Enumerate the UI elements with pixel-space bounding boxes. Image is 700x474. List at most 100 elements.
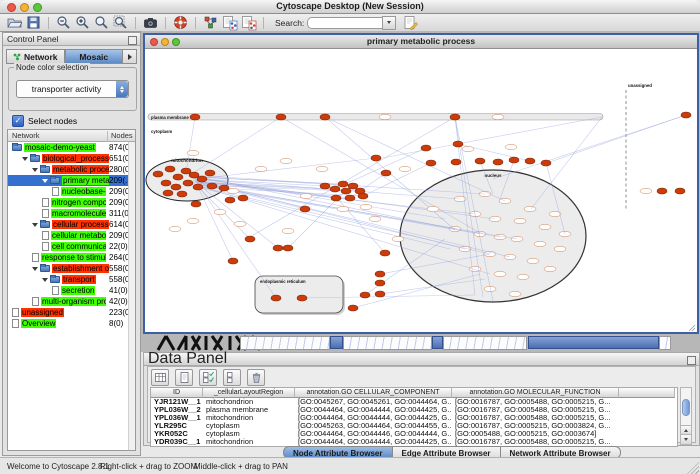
create-view-button[interactable] (221, 15, 238, 31)
network-node[interactable] (330, 186, 340, 192)
network-node[interactable] (348, 305, 358, 311)
table-scrollbar[interactable] (680, 387, 692, 445)
network-node[interactable] (426, 160, 436, 166)
network-label-node[interactable] (492, 114, 504, 119)
network-node[interactable] (191, 201, 201, 207)
tree-expand-arrow-icon[interactable] (32, 168, 38, 172)
tree-row[interactable]: unassigned223(0) (8, 307, 135, 318)
tree-row[interactable]: cellular metabol209(0) (8, 230, 135, 241)
network-node[interactable] (177, 191, 187, 197)
network-label-node[interactable] (527, 258, 539, 263)
network-node[interactable] (183, 180, 193, 186)
network-label-node[interactable] (514, 218, 526, 223)
network-node[interactable] (375, 271, 385, 277)
network-node[interactable] (190, 114, 200, 120)
tree-row[interactable]: cellular process614(0) (8, 219, 135, 230)
network-label-node[interactable] (534, 241, 546, 246)
select-nodes-checkbox[interactable] (12, 115, 24, 127)
network-label-node[interactable] (300, 193, 312, 198)
tab-overflow-button[interactable] (123, 49, 137, 64)
create-attribute-button[interactable] (175, 369, 193, 386)
zoom-button[interactable] (33, 3, 42, 12)
network-node[interactable] (297, 295, 307, 301)
tree-row[interactable]: metabolic process280(0) (8, 164, 135, 175)
tree-row[interactable]: macromolecule311(0) (8, 208, 135, 219)
close-button[interactable] (150, 38, 158, 46)
tab-network[interactable]: Network (6, 49, 65, 64)
vizmapper-button[interactable] (202, 15, 219, 31)
scroll-down-button[interactable] (681, 434, 691, 444)
network-node[interactable] (541, 160, 551, 166)
network-label-node[interactable] (462, 146, 474, 151)
network-label-node[interactable] (214, 209, 226, 214)
destroy-view-button[interactable] (240, 15, 257, 31)
close-button[interactable] (7, 3, 16, 12)
table-row[interactable]: YPL036W__2plasma membrane[GO:0044464, GO… (151, 406, 677, 414)
tree-expand-arrow-icon[interactable] (22, 157, 28, 161)
network-node[interactable] (450, 114, 460, 120)
tree-row[interactable]: multi-organism pro42(0) (8, 296, 135, 307)
network-node[interactable] (193, 184, 203, 190)
network-node[interactable] (345, 195, 355, 201)
network-node[interactable] (238, 195, 248, 201)
network-node[interactable] (525, 158, 535, 164)
minimize-button[interactable] (161, 38, 169, 46)
tab-mosaic[interactable]: Mosaic (65, 49, 124, 64)
table-column-header[interactable]: annotation.GO CELLULAR_COMPONENT (295, 388, 452, 398)
network-node[interactable] (171, 184, 181, 190)
network-node[interactable] (228, 258, 238, 264)
search-dropdown-button[interactable] (382, 16, 396, 30)
resize-grip[interactable] (687, 462, 699, 474)
network-node[interactable] (493, 159, 503, 165)
unselect-all-attributes-button[interactable] (223, 369, 241, 386)
network-label-node[interactable] (369, 216, 381, 221)
tree-row[interactable]: nitrogen compo209(0) (8, 197, 135, 208)
network-label-node[interactable] (282, 228, 294, 233)
network-label-node[interactable] (554, 246, 566, 251)
network-label-node[interactable] (234, 221, 246, 226)
float-panel-icon[interactable] (128, 36, 137, 45)
network-label-node[interactable] (640, 188, 652, 193)
search-input[interactable] (307, 17, 382, 29)
network-node[interactable] (375, 280, 385, 286)
zoom-button[interactable] (172, 38, 180, 46)
network-label-node[interactable] (505, 144, 517, 149)
network-label-node[interactable] (544, 266, 556, 271)
network-node[interactable] (245, 236, 255, 242)
network-label-node[interactable] (392, 236, 404, 241)
network-node[interactable] (381, 170, 391, 176)
tree-row[interactable]: nucleobase-209(0) (8, 186, 135, 197)
tree-row[interactable]: Overview8(0) (8, 318, 135, 329)
tree-row[interactable]: transport558(0) (8, 274, 135, 285)
network-label-node[interactable] (539, 224, 551, 229)
network-node[interactable] (219, 185, 229, 191)
network-node[interactable] (161, 180, 171, 186)
canvas-resize-grip-icon[interactable] (689, 325, 695, 331)
network-node[interactable] (205, 170, 215, 176)
network-node[interactable] (675, 188, 685, 194)
network-label-node[interactable] (360, 204, 372, 209)
tree-row[interactable]: establishment of lo558(0) (8, 263, 135, 274)
minimize-button[interactable] (20, 3, 29, 12)
tree-expand-arrow-icon[interactable] (42, 278, 48, 282)
table-column-header[interactable]: annotation.GO MOLECULAR_FUNCTION (452, 388, 619, 398)
table-column-header[interactable]: _cellularLayoutRegion (203, 388, 295, 398)
network-node[interactable] (320, 183, 330, 189)
network-label-node[interactable] (255, 166, 267, 171)
open-session-button[interactable] (6, 15, 23, 31)
network-label-node[interactable] (524, 206, 536, 211)
save-session-button[interactable] (25, 15, 42, 31)
compartment-plasma-membrane[interactable] (148, 114, 603, 121)
network-node[interactable] (348, 183, 358, 189)
network-label-node[interactable] (169, 226, 181, 231)
network-label-node[interactable] (399, 166, 411, 171)
network-label-node[interactable] (280, 158, 292, 163)
network-node[interactable] (375, 291, 385, 297)
network-node[interactable] (173, 174, 183, 180)
network-node[interactable] (475, 158, 485, 164)
table-row[interactable]: YDR039C__1mitochondrion[GO:0044464, GO:0… (151, 438, 677, 446)
table-row[interactable]: YJR121W__1mitochondrion[GO:0045267, GO:0… (151, 398, 677, 406)
network-node[interactable] (273, 245, 283, 251)
network-label-node[interactable] (427, 206, 439, 211)
help-button[interactable] (172, 15, 189, 31)
